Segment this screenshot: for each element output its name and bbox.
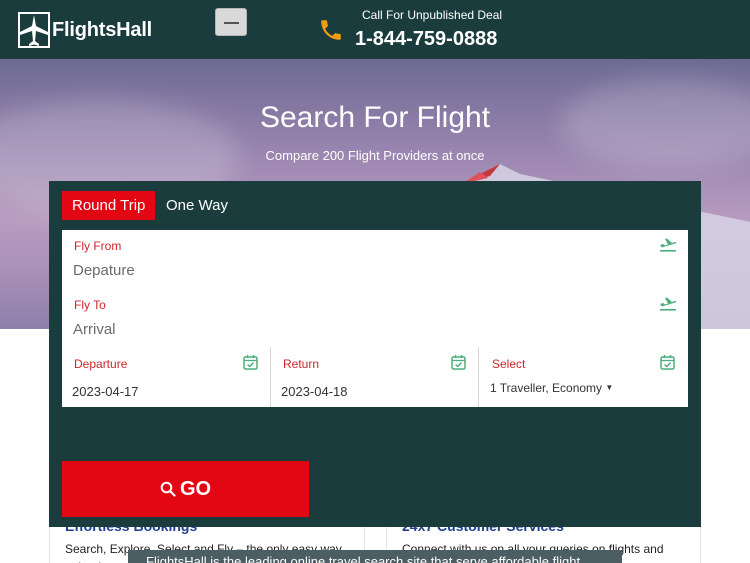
fly-to-label: Fly To (74, 298, 106, 312)
departure-date-input[interactable]: 2023-04-17 (72, 384, 139, 399)
departure-label: Departure (74, 357, 128, 371)
hero-title: Search For Flight (259, 101, 491, 134)
field-divider (478, 347, 479, 407)
brand-name: FlightsHall (52, 18, 153, 41)
call-label: Call For Unpublished Deal (362, 8, 503, 22)
phone-icon (321, 20, 341, 40)
hamburger-icon (224, 22, 239, 24)
airplane-icon (18, 12, 50, 48)
caret-down-icon: ▼ (605, 383, 614, 392)
brand-logo[interactable]: FlightsHall (18, 12, 152, 48)
search-icon (160, 481, 176, 497)
flight-search-panel: Round Trip One Way Fly From Depature Fly… (49, 181, 701, 527)
traveller-value: 1 Traveller, Economy (490, 381, 603, 395)
site-header: FlightsHall Call For Unpublished Deal 1-… (0, 0, 750, 59)
traveller-label: Select (492, 357, 526, 371)
return-date-input[interactable]: 2023-04-18 (281, 384, 348, 399)
search-go-button[interactable]: GO (62, 461, 309, 517)
plane-departure-icon (660, 238, 677, 252)
calendar-check-icon (660, 355, 675, 370)
hero-subtitle: Compare 200 Flight Providers at once (265, 148, 485, 163)
return-label: Return (283, 357, 320, 371)
fly-to-input[interactable]: Arrival (73, 321, 116, 338)
field-divider (270, 347, 271, 407)
menu-toggle-button[interactable] (215, 8, 247, 36)
phone-number-link[interactable]: 1-844-759-0888 (355, 28, 497, 51)
fly-from-input[interactable]: Depature (73, 262, 135, 279)
calendar-check-icon (243, 355, 258, 370)
go-label: GO (179, 477, 212, 500)
fly-from-label: Fly From (74, 239, 122, 253)
plane-departure-icon (660, 297, 677, 311)
traveller-select[interactable]: 1 Traveller, Economy ▼ (490, 381, 613, 395)
calendar-check-icon (451, 355, 466, 370)
cookie-notice: FlightsHall is the leading online travel… (128, 550, 622, 563)
tab-round-trip[interactable]: Round Trip (62, 191, 156, 220)
search-form: Fly From Depature Fly To Arrival Departu… (62, 230, 688, 407)
tab-one-way[interactable]: One Way (156, 191, 238, 220)
